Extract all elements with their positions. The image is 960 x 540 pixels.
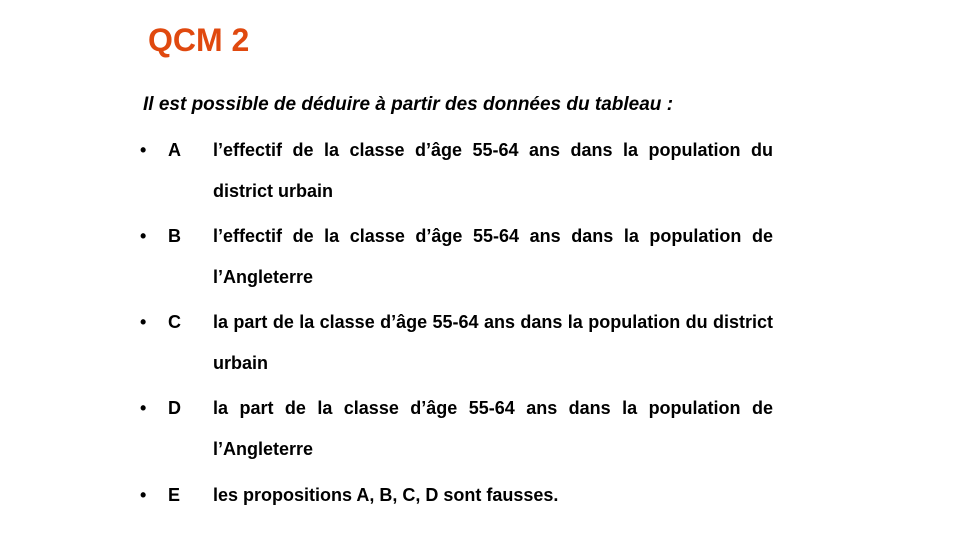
option-text: la part de la classe d’âge 55-64 ans dan… xyxy=(213,398,773,459)
option-letter: C xyxy=(168,312,181,332)
question-intro: Il est possible de déduire à partir des … xyxy=(143,94,674,115)
bullet-icon: • xyxy=(140,398,147,418)
bullet-icon: • xyxy=(140,140,147,160)
option-letter: A xyxy=(168,140,181,160)
slide: QCM 2 Il est possible de déduire à parti… xyxy=(0,0,960,540)
option-text: l’effectif de la classe d’âge 55-64 ans … xyxy=(213,226,773,287)
bullet-icon: • xyxy=(140,485,147,505)
bullet-icon: • xyxy=(140,226,147,246)
bullet-icon: • xyxy=(140,312,147,332)
option-letter: E xyxy=(168,485,181,505)
option-letter: D xyxy=(168,398,181,418)
option-text: l’effectif de la classe d’âge 55-64 ans … xyxy=(213,140,773,201)
slide-title: QCM 2 xyxy=(148,22,250,58)
option-text: la part de la classe d’âge 55-64 ans dan… xyxy=(213,312,773,373)
option-letter: B xyxy=(168,226,181,246)
option-text: les propositions A, B, C, D sont fausses… xyxy=(213,485,559,505)
